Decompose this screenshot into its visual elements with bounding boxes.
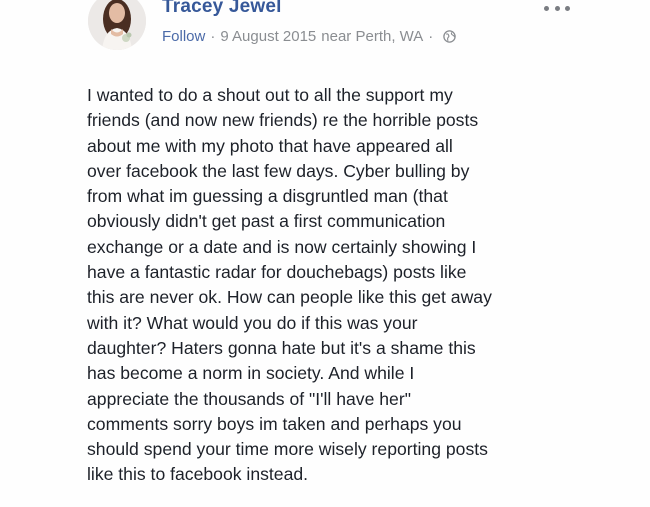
post-body-line: have a fantastic radar for douchebags) p… [87,262,467,283]
post-body-line: I wanted to do a shout out to all the su… [87,85,453,105]
post-body-line: daughter? Haters gonna hate but it's a s… [87,337,476,358]
post-body: I wanted to do a shout out to all the su… [87,83,587,488]
post-body-line: has become a norm in society. And while … [87,363,415,384]
post-body-line: should spend your time more wisely repor… [87,439,488,460]
post-meta: Follow · 9 August 2015 near Perth, WA · [162,28,457,45]
post-body-line: from what im guessing a disgruntled man … [87,186,448,207]
post-body-line: comments sorry boys im taken and perhaps… [87,413,462,434]
facebook-post: Tracey Jewel Follow · 9 August 2015 near… [0,0,650,507]
post-body-line: exchange or a date and is now certainly … [87,236,477,257]
more-horizontal-icon[interactable] [544,2,570,14]
avatar[interactable] [88,0,146,50]
post-location[interactable]: near Perth, WA [321,28,423,45]
post-body-line: with it? What would you do if this was y… [87,312,418,333]
post-body-line: obviously didn't get past a first commun… [87,211,446,232]
more-dot [544,5,549,11]
post-body-line: over facebook the last few days. Cyber b… [87,160,470,181]
follow-link[interactable]: Follow [162,28,205,45]
post-header: Tracey Jewel Follow · 9 August 2015 near… [0,0,650,60]
globe-icon[interactable] [443,30,457,43]
author-name[interactable]: Tracey Jewel [162,0,282,18]
more-dot [554,5,560,11]
post-date[interactable]: 9 August 2015 [220,28,316,45]
post-body-line: appreciate the thousands of "I'll have h… [87,388,411,409]
post-body-line: like this to facebook instead. [87,464,309,485]
more-dot [565,5,570,11]
post-body-line: friends (and now new friends) re the hor… [87,110,479,131]
meta-separator-2: · [428,28,434,45]
post-body-line: this are never ok. How can people like t… [87,287,492,308]
profile-photo-icon [88,0,146,50]
post-body-line: about me with my photo that have appeare… [87,135,453,156]
meta-separator: · [210,28,216,45]
